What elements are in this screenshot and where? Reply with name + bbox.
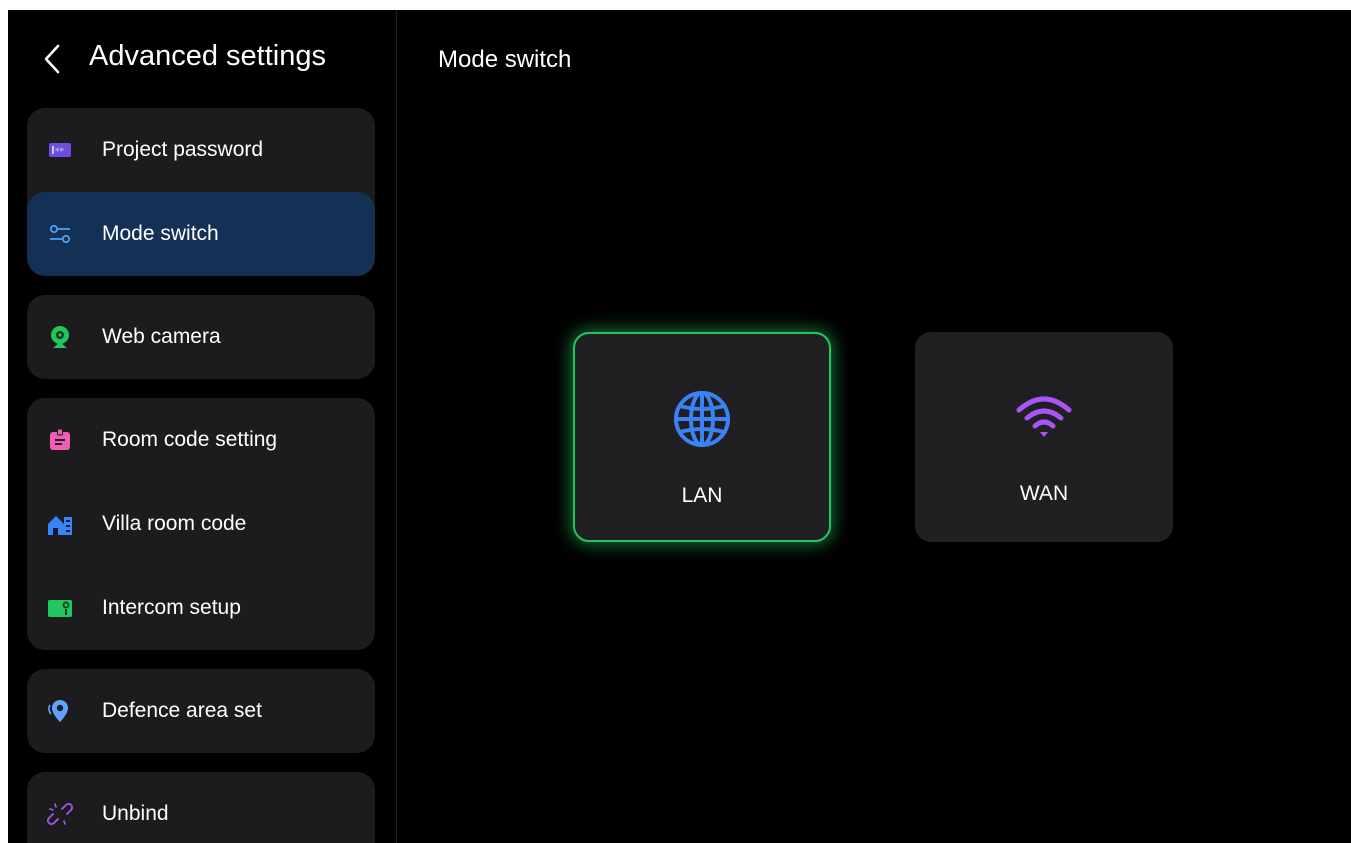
sidebar-item-web-camera[interactable]: Web camera — [27, 295, 375, 379]
room-code-icon — [50, 428, 70, 450]
sidebar-item-mode-switch[interactable]: Mode switch — [27, 192, 375, 276]
content-title: Mode switch — [438, 46, 572, 73]
sidebar: Advanced settings ** Project password Mo… — [8, 10, 396, 843]
sidebar-item-project-password[interactable]: ** Project password — [27, 108, 375, 192]
sidebar-item-label: Villa room code — [102, 512, 247, 535]
device-display: Advanced settings ** Project password Mo… — [8, 10, 1351, 843]
location-pin-icon — [48, 700, 68, 722]
settings-group-room: Room code setting Villa room code Interc… — [27, 398, 375, 650]
sidebar-item-unbind[interactable]: Unbind — [27, 772, 375, 843]
sidebar-item-label: Room code setting — [102, 428, 278, 451]
page-title: Advanced settings — [89, 40, 326, 72]
screen: Advanced settings ** Project password Mo… — [0, 0, 1351, 843]
settings-group-unbind: Unbind — [27, 772, 375, 843]
sidebar-item-label: Unbind — [102, 802, 169, 825]
settings-group-defence: Defence area set — [27, 669, 375, 753]
sidebar-item-label: Web camera — [102, 325, 221, 348]
sidebar-header: Advanced settings — [8, 10, 396, 106]
chevron-left-icon — [44, 44, 60, 74]
back-button[interactable] — [42, 42, 66, 76]
intercom-icon — [48, 600, 72, 617]
sidebar-item-room-code-setting[interactable]: Room code setting — [27, 398, 375, 482]
sidebar-item-label: Intercom setup — [102, 596, 241, 619]
sliders-icon — [49, 224, 71, 244]
sidebar-item-defence-area-set[interactable]: Defence area set — [27, 669, 375, 753]
sidebar-item-label: Defence area set — [102, 699, 262, 722]
settings-group-security: ** Project password Mode switch — [27, 108, 375, 276]
settings-group-camera: Web camera — [27, 295, 375, 379]
wifi-icon — [1016, 396, 1072, 437]
globe-icon — [674, 391, 730, 447]
sidebar-item-villa-room-code[interactable]: Villa room code — [27, 482, 375, 566]
sidebar-item-label: Project password — [102, 138, 264, 161]
unlink-icon — [47, 802, 73, 826]
mode-label: WAN — [1019, 482, 1069, 505]
divider — [396, 10, 397, 843]
sidebar-item-label: Mode switch — [102, 222, 219, 245]
mode-card-wan[interactable]: WAN — [915, 332, 1173, 542]
webcam-icon — [51, 326, 69, 348]
villa-icon — [48, 516, 72, 535]
password-icon: ** — [49, 143, 71, 157]
mode-label: LAN — [681, 484, 723, 507]
mode-card-lan[interactable]: LAN — [573, 332, 831, 542]
sidebar-item-intercom-setup[interactable]: Intercom setup — [27, 566, 375, 650]
svg-text:**: ** — [55, 147, 65, 157]
